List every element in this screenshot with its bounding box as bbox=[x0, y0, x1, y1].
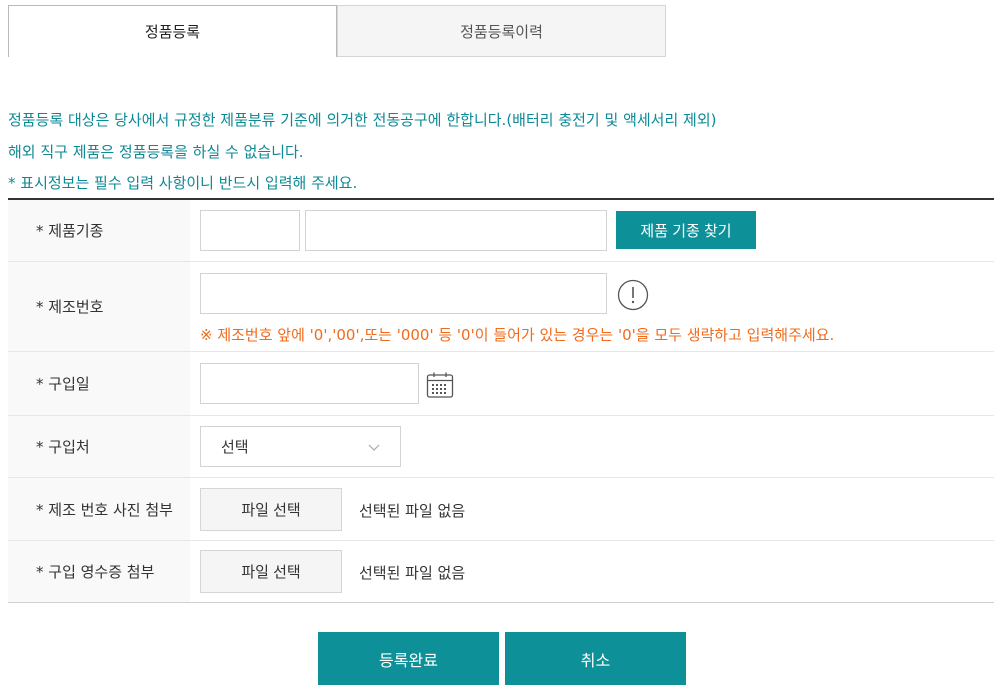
tab-registration-history[interactable]: 정품등록이력 bbox=[337, 5, 666, 57]
purchase-date-label: * 구입일 bbox=[8, 352, 190, 415]
receipt-file-button[interactable]: 파일 선택 bbox=[200, 550, 342, 593]
serial-label: * 제조번호 bbox=[8, 262, 190, 351]
serial-photo-file-button[interactable]: 파일 선택 bbox=[200, 488, 342, 531]
row-model: * 제품기종 제품 기종 찾기 bbox=[8, 200, 994, 262]
model-name-input[interactable] bbox=[305, 210, 607, 251]
model-content: 제품 기종 찾기 bbox=[190, 200, 994, 261]
serial-input[interactable] bbox=[200, 273, 607, 314]
action-bar: 등록완료 취소 bbox=[318, 632, 686, 685]
registration-form: * 제품기종 제품 기종 찾기 * 제조번호 ※ 제조번호 앞에 '0','00… bbox=[8, 198, 994, 603]
calendar-icon[interactable] bbox=[426, 371, 454, 399]
store-select-value: 선택 bbox=[221, 438, 249, 456]
store-content: 선택 bbox=[190, 416, 994, 477]
row-receipt: * 구입 영수증 첨부 파일 선택 선택된 파일 없음 bbox=[8, 541, 994, 602]
model-search-button[interactable]: 제품 기종 찾기 bbox=[616, 211, 756, 249]
row-purchase-date: * 구입일 bbox=[8, 352, 994, 416]
receipt-file-status: 선택된 파일 없음 bbox=[359, 564, 466, 582]
notice-eligibility: 정품등록 대상은 당사에서 규정한 제품분류 기준에 의거한 전동공구에 한합니… bbox=[8, 111, 717, 129]
row-serial: * 제조번호 ※ 제조번호 앞에 '0','00',또는 '000' 등 '0'… bbox=[8, 262, 994, 352]
tab-product-registration[interactable]: 정품등록 bbox=[8, 5, 337, 57]
row-serial-photo: * 제조 번호 사진 첨부 파일 선택 선택된 파일 없음 bbox=[8, 478, 994, 541]
model-label: * 제품기종 bbox=[8, 200, 190, 261]
receipt-content: 파일 선택 선택된 파일 없음 bbox=[190, 541, 994, 602]
cancel-button[interactable]: 취소 bbox=[505, 632, 686, 685]
serial-photo-label: * 제조 번호 사진 첨부 bbox=[8, 478, 190, 540]
submit-button[interactable]: 등록완료 bbox=[318, 632, 499, 685]
receipt-label: * 구입 영수증 첨부 bbox=[8, 541, 190, 602]
exclamation-circle-icon[interactable] bbox=[617, 279, 649, 311]
purchase-date-content bbox=[190, 352, 994, 415]
model-code-input[interactable] bbox=[200, 210, 300, 251]
serial-content: ※ 제조번호 앞에 '0','00',또는 '000' 등 '0'이 들어가 있… bbox=[190, 262, 994, 351]
serial-warning: ※ 제조번호 앞에 '0','00',또는 '000' 등 '0'이 들어가 있… bbox=[200, 326, 835, 344]
notice-required: * 표시정보는 필수 입력 사항이니 반드시 입력해 주세요. bbox=[8, 174, 358, 192]
serial-photo-content: 파일 선택 선택된 파일 없음 bbox=[190, 478, 994, 540]
store-select[interactable]: 선택 bbox=[200, 426, 401, 467]
store-label: * 구입처 bbox=[8, 416, 190, 477]
chevron-down-icon bbox=[368, 439, 380, 457]
notice-overseas: 해외 직구 제품은 정품등록을 하실 수 없습니다. bbox=[8, 143, 304, 161]
tab-bar: 정품등록 정품등록이력 bbox=[8, 5, 666, 57]
serial-photo-file-status: 선택된 파일 없음 bbox=[359, 502, 466, 520]
row-store: * 구입처 선택 bbox=[8, 416, 994, 478]
purchase-date-input[interactable] bbox=[200, 363, 419, 404]
